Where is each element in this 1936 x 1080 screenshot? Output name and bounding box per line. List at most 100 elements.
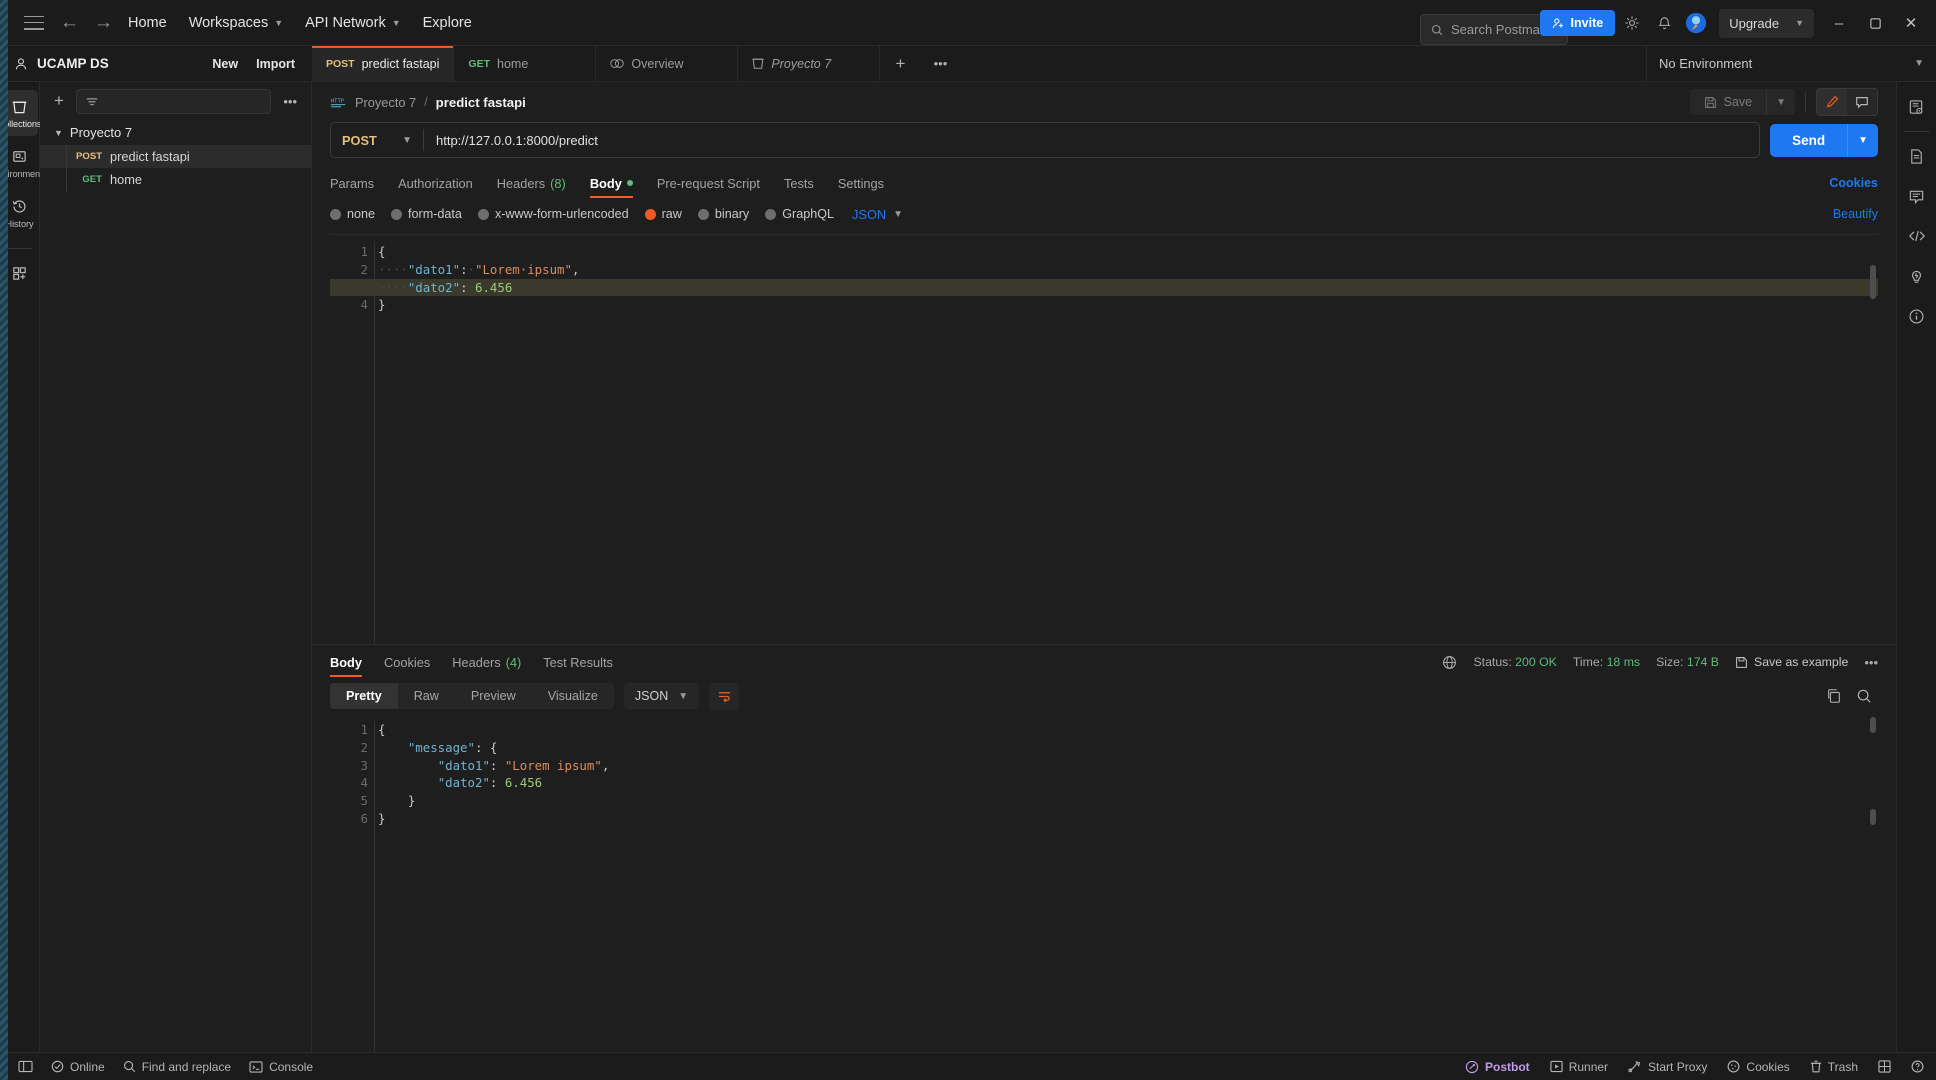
response-tab-test-results[interactable]: Test Results: [543, 647, 613, 677]
info-icon[interactable]: [1899, 297, 1935, 335]
minimize-icon[interactable]: –: [1822, 8, 1856, 38]
code-icon[interactable]: [1899, 217, 1935, 255]
sidebar-request-home[interactable]: GET home: [40, 168, 311, 191]
editor-code[interactable]: {····"dato1":·"Lorem·ipsum",····"dato2":…: [378, 243, 1864, 314]
response-body-viewer[interactable]: 123456 { "message": { "dato1": "Lorem ip…: [330, 713, 1878, 1052]
tab-body[interactable]: Body: [590, 168, 633, 198]
nav-api-network[interactable]: API Network ▼: [305, 15, 401, 31]
tab-predict-fastapi[interactable]: POST predict fastapi: [312, 46, 454, 81]
search-icon[interactable]: [1856, 688, 1872, 704]
size-label: Size:: [1656, 655, 1683, 669]
view-mode-preview[interactable]: Preview: [455, 683, 532, 709]
close-icon[interactable]: ✕: [1894, 8, 1928, 38]
cookies-link[interactable]: Cookies: [1829, 176, 1878, 190]
collection-row-proyecto-7[interactable]: ▼ Proyecto 7: [40, 120, 311, 145]
save-caret-button[interactable]: ▼: [1766, 89, 1795, 115]
start-proxy-button[interactable]: Start Proxy: [1628, 1060, 1707, 1074]
console-button[interactable]: Console: [249, 1060, 313, 1074]
lightbulb-icon[interactable]: [1899, 257, 1935, 295]
raw-format-value: JSON: [852, 207, 886, 222]
add-collection-button[interactable]: +: [50, 91, 68, 111]
method-selector[interactable]: POST ▼: [331, 133, 423, 148]
tab-headers[interactable]: Headers (8): [497, 168, 566, 198]
hamburger-icon[interactable]: [24, 16, 44, 30]
body-type-none[interactable]: none: [330, 207, 375, 221]
find-and-replace-button[interactable]: Find and replace: [123, 1060, 231, 1074]
sidebar-more-button[interactable]: •••: [279, 94, 301, 109]
response-format-selector[interactable]: JSON ▼: [624, 683, 699, 709]
help-button[interactable]: [1911, 1060, 1924, 1073]
comment-icon[interactable]: [1899, 177, 1935, 215]
save-as-example-button[interactable]: Save as example: [1735, 655, 1848, 669]
line-number: 2: [330, 739, 368, 757]
response-more-button[interactable]: •••: [1864, 655, 1878, 670]
gear-icon[interactable]: [1617, 8, 1647, 38]
file-icon[interactable]: [1899, 137, 1935, 175]
import-button[interactable]: Import: [249, 53, 302, 75]
body-type-form-data[interactable]: form-data: [391, 207, 462, 221]
online-status[interactable]: Online: [51, 1060, 105, 1074]
response-tab-cookies[interactable]: Cookies: [384, 647, 430, 677]
code-line: {: [378, 243, 1864, 261]
tab-settings[interactable]: Settings: [838, 168, 884, 198]
tab-params[interactable]: Params: [330, 168, 374, 198]
http-icon: HTTP: [330, 95, 347, 110]
wrap-lines-icon[interactable]: [709, 683, 739, 710]
main-layout: Collections Environments History: [0, 82, 1936, 1052]
edit-pencil-icon[interactable]: [1817, 89, 1847, 115]
send-button[interactable]: Send: [1770, 124, 1847, 157]
save-button[interactable]: Save: [1690, 89, 1767, 115]
body-type-graphql[interactable]: GraphQL: [765, 207, 834, 221]
account-avatar-icon[interactable]: [1681, 8, 1711, 38]
new-tab-button[interactable]: +: [880, 46, 920, 81]
environment-selector[interactable]: No Environment ▼: [1646, 46, 1936, 81]
tab-overview[interactable]: Overview: [596, 46, 738, 81]
upgrade-button[interactable]: Upgrade ▼: [1719, 9, 1814, 38]
copy-icon[interactable]: [1826, 688, 1842, 704]
tab-more-button[interactable]: •••: [920, 46, 960, 81]
response-tab-body[interactable]: Body: [330, 647, 362, 677]
postbot-button[interactable]: Postbot: [1465, 1060, 1530, 1074]
beautify-button[interactable]: Beautify: [1833, 207, 1878, 221]
cookies-button[interactable]: Cookies: [1727, 1060, 1789, 1074]
tab-authorization[interactable]: Authorization: [398, 168, 473, 198]
comment-icon[interactable]: [1847, 89, 1877, 115]
sidebar-toggle-icon[interactable]: [18, 1060, 33, 1073]
nav-home[interactable]: Home: [128, 15, 167, 31]
body-type-binary[interactable]: binary: [698, 207, 749, 221]
request-body-editor[interactable]: 1234 {····"dato1":·"Lorem·ipsum",····"da…: [330, 234, 1878, 644]
maximize-icon[interactable]: [1858, 8, 1892, 38]
documentation-icon[interactable]: [1899, 88, 1935, 126]
code-token: 6.456: [505, 775, 542, 790]
bell-icon[interactable]: [1649, 8, 1679, 38]
nav-workspaces[interactable]: Workspaces ▼: [189, 15, 283, 31]
invite-button[interactable]: Invite: [1540, 10, 1616, 36]
raw-format-selector[interactable]: JSON ▼: [852, 207, 903, 222]
view-mode-visualize[interactable]: Visualize: [532, 683, 614, 709]
trash-button[interactable]: Trash: [1810, 1060, 1858, 1074]
forward-arrow-icon[interactable]: →: [94, 12, 110, 34]
response-tab-headers[interactable]: Headers (4): [452, 647, 521, 677]
view-mode-pretty[interactable]: Pretty: [330, 683, 398, 709]
send-options-caret[interactable]: ▼: [1847, 124, 1878, 157]
tab-pre-request-script[interactable]: Pre-request Script: [657, 168, 760, 198]
back-arrow-icon[interactable]: ←: [60, 12, 76, 34]
sidebar-filter-input[interactable]: [76, 89, 271, 114]
nav-explore[interactable]: Explore: [423, 15, 472, 31]
viewer-scrollbar[interactable]: [1870, 809, 1876, 825]
layout-button[interactable]: [1878, 1060, 1891, 1073]
editor-scrollbar[interactable]: [1870, 265, 1876, 299]
body-type-x-www-form-urlencoded[interactable]: x-www-form-urlencoded: [478, 207, 629, 221]
tab-home[interactable]: GET home: [454, 46, 596, 81]
runner-button[interactable]: Runner: [1550, 1060, 1608, 1074]
body-type-raw[interactable]: raw: [645, 207, 682, 221]
sidebar-request-predict-fastapi[interactable]: POST predict fastapi: [40, 145, 311, 168]
new-button[interactable]: New: [205, 53, 245, 75]
viewer-scrollbar-top[interactable]: [1870, 717, 1876, 733]
request-tabs: Params Authorization Headers (8) Body Pr…: [312, 168, 1896, 198]
breadcrumb-collection[interactable]: Proyecto 7: [355, 95, 416, 110]
tab-tests[interactable]: Tests: [784, 168, 814, 198]
tab-proyecto-7[interactable]: Proyecto 7: [738, 46, 880, 81]
url-input[interactable]: http://127.0.0.1:8000/predict: [424, 133, 1759, 148]
view-mode-raw[interactable]: Raw: [398, 683, 455, 709]
